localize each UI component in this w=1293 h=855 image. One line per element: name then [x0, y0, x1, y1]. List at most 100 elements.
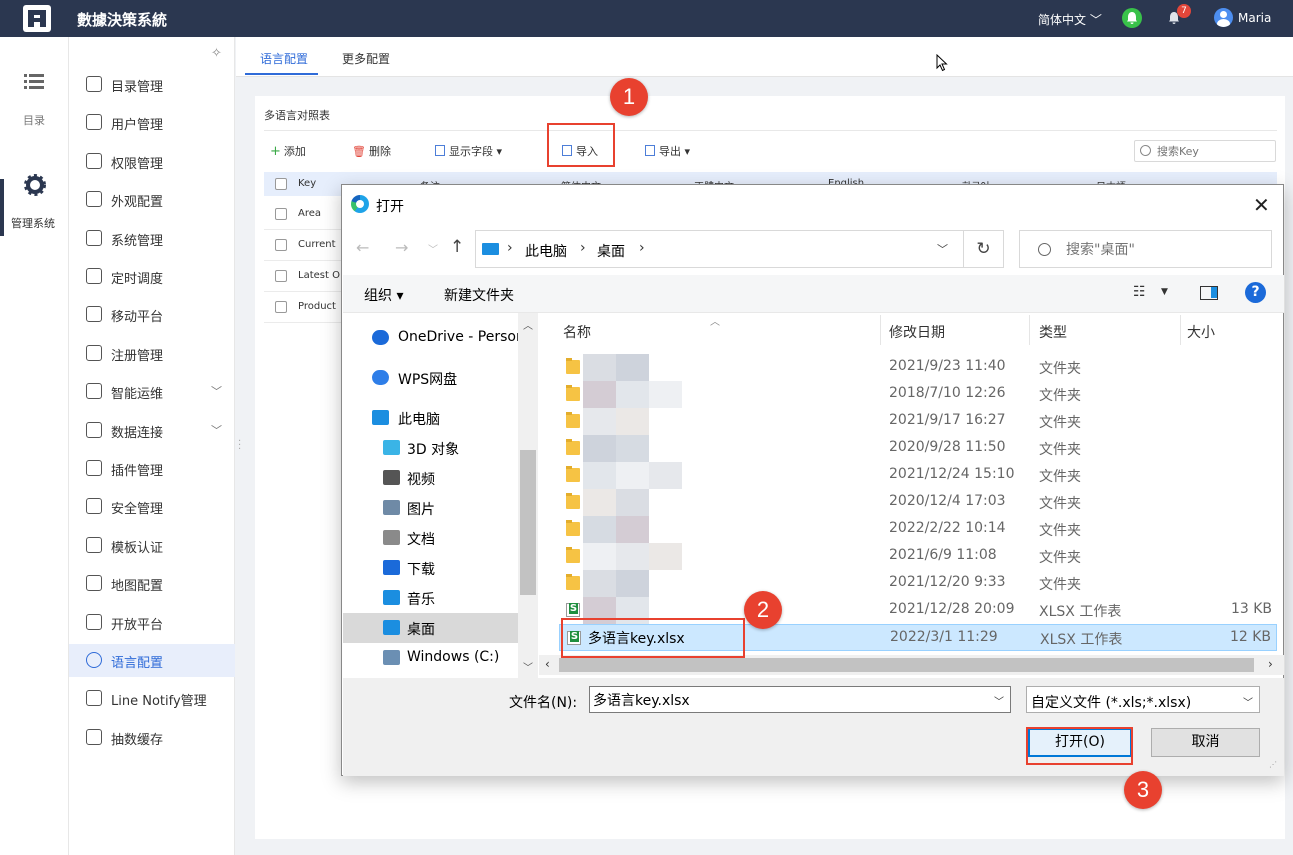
sidebar-item[interactable]: 模板认证: [69, 529, 235, 562]
nav-item[interactable]: WPS网盘: [343, 363, 518, 393]
gear-icon[interactable]: [24, 174, 46, 196]
breadcrumb-chevron-icon[interactable]: ›: [507, 240, 513, 256]
sidebar-item[interactable]: 权限管理: [69, 145, 235, 178]
sidebar-item[interactable]: 数据连接 ﹀: [69, 414, 235, 447]
nav-item[interactable]: 视频: [343, 463, 518, 493]
up-arrow-icon[interactable]: ↑: [450, 237, 464, 257]
file-row[interactable]: 2021/9/23 11:40 文件夹: [559, 354, 1277, 381]
sidebar-item[interactable]: 定时调度: [69, 260, 235, 293]
scroll-thumb[interactable]: [559, 658, 1254, 672]
list-icon[interactable]: [24, 73, 44, 89]
forward-arrow-icon[interactable]: →: [395, 238, 408, 257]
add-button[interactable]: + 添加: [270, 143, 306, 159]
app-logo[interactable]: [23, 5, 51, 32]
select-all-checkbox[interactable]: [275, 178, 287, 190]
filetype-select[interactable]: 自定义文件 (*.xls;*.xlsx) ﹀: [1026, 686, 1260, 713]
file-row[interactable]: 2018/7/10 12:26 文件夹: [559, 381, 1277, 408]
delete-button[interactable]: 🗑 删除: [352, 143, 391, 159]
column-type-header[interactable]: 类型: [1039, 322, 1067, 342]
file-row[interactable]: 2021/12/20 9:33 文件夹: [559, 570, 1277, 597]
nav-item[interactable]: 下载: [343, 553, 518, 583]
nav-scrollbar[interactable]: ︿ ﹀: [518, 313, 538, 678]
export-button[interactable]: 导出 ▾: [645, 143, 690, 159]
row-checkbox[interactable]: [275, 239, 287, 251]
column-modified-header[interactable]: 修改日期: [889, 322, 945, 342]
sidebar-item[interactable]: 用户管理: [69, 106, 235, 139]
tab-language-config[interactable]: 语言配置: [260, 50, 308, 67]
username[interactable]: Maria: [1238, 11, 1271, 25]
sidebar-item[interactable]: 插件管理: [69, 452, 235, 485]
horizontal-scrollbar[interactable]: ‹ ›: [539, 655, 1284, 675]
nav-item[interactable]: 图片: [343, 493, 518, 523]
sidebar-item[interactable]: 地图配置: [69, 567, 235, 600]
search-key-input[interactable]: [1157, 143, 1273, 159]
sidebar-item[interactable]: 开放平台: [69, 606, 235, 639]
sidebar-item[interactable]: 抽数缓存: [69, 721, 235, 754]
show-fields-button[interactable]: 显示字段 ▾: [435, 143, 502, 159]
column-name-header[interactable]: 名称: [563, 322, 591, 342]
breadcrumb-pc[interactable]: 此电脑: [525, 241, 567, 261]
nav-item[interactable]: 此电脑: [343, 403, 518, 433]
sidebar-item[interactable]: Line Notify管理: [69, 682, 235, 715]
column-size-header[interactable]: 大小: [1187, 322, 1215, 342]
breadcrumb-desktop[interactable]: 桌面: [597, 241, 625, 261]
resize-handle-icon[interactable]: · · ·: [238, 437, 241, 455]
sidebar-item[interactable]: 目录管理: [69, 68, 235, 101]
close-icon[interactable]: ✕: [1253, 193, 1270, 217]
row-checkbox[interactable]: [275, 301, 287, 313]
sidebar-item[interactable]: 注册管理: [69, 337, 235, 370]
column-header[interactable]: Key: [298, 178, 316, 189]
preview-pane-icon[interactable]: [1200, 286, 1218, 300]
column-separator[interactable]: [880, 315, 881, 345]
scroll-left-icon[interactable]: ‹: [545, 657, 550, 671]
new-folder-button[interactable]: 新建文件夹: [444, 285, 514, 305]
sidebar-item[interactable]: 语言配置: [69, 644, 235, 677]
nav-item[interactable]: OneDrive - Personal: [343, 323, 537, 353]
caret-down-icon[interactable]: ▼: [1161, 287, 1168, 297]
pin-icon[interactable]: ✧: [211, 46, 222, 61]
dialog-search-input[interactable]: [1066, 240, 1266, 260]
sidebar-item[interactable]: 移动平台: [69, 298, 235, 331]
chevron-down-icon[interactable]: ﹀: [211, 422, 222, 438]
scroll-right-icon[interactable]: ›: [1268, 657, 1273, 671]
refresh-icon[interactable]: ↻: [964, 230, 1004, 268]
recent-locations-chevron-icon[interactable]: ﹀: [428, 241, 438, 256]
sidebar-item[interactable]: 安全管理: [69, 490, 235, 523]
filename-field[interactable]: ﹀: [589, 686, 1011, 713]
filename-input[interactable]: [593, 690, 983, 709]
dialog-search-field[interactable]: [1019, 230, 1272, 268]
chevron-down-icon[interactable]: ﹀: [1243, 694, 1253, 709]
view-options-icon[interactable]: ☷: [1133, 284, 1146, 300]
message-bell-icon[interactable]: [1122, 8, 1142, 28]
cancel-button[interactable]: 取消: [1151, 728, 1260, 757]
file-row[interactable]: 2021/6/9 11:08 文件夹: [559, 543, 1277, 570]
scroll-up-icon[interactable]: ︿: [523, 317, 533, 332]
help-icon[interactable]: ?: [1245, 282, 1266, 303]
scroll-down-icon[interactable]: ﹀: [523, 659, 533, 674]
scroll-thumb[interactable]: [520, 450, 536, 595]
file-row[interactable]: 2021/9/17 16:27 文件夹: [559, 408, 1277, 435]
file-row[interactable]: 2020/12/4 17:03 文件夹: [559, 489, 1277, 516]
nav-item[interactable]: 3D 对象: [343, 433, 518, 463]
chevron-down-icon[interactable]: ﹀: [211, 383, 222, 399]
breadcrumb-chevron-icon[interactable]: ›: [639, 240, 645, 256]
nav-item[interactable]: 文档: [343, 523, 518, 553]
nav-item[interactable]: Windows (C:): [343, 643, 518, 673]
breadcrumb-chevron-icon[interactable]: ›: [580, 240, 586, 256]
chevron-down-icon[interactable]: ﹀: [937, 241, 948, 257]
sidebar-item[interactable]: 系统管理: [69, 222, 235, 255]
rail-system-label[interactable]: 管理系统: [11, 215, 55, 231]
file-row[interactable]: 2022/2/22 10:14 文件夹: [559, 516, 1277, 543]
sidebar-item[interactable]: 智能运维 ﹀: [69, 375, 235, 408]
sidebar-item[interactable]: 外观配置: [69, 183, 235, 216]
address-bar[interactable]: › 此电脑 › 桌面 › ﹀: [475, 230, 964, 268]
back-arrow-icon[interactable]: ←: [356, 238, 369, 257]
nav-item[interactable]: 桌面: [343, 613, 518, 643]
chevron-down-icon[interactable]: ﹀: [994, 693, 1004, 708]
column-separator[interactable]: [1029, 315, 1030, 345]
file-row[interactable]: 2021/12/24 15:10 文件夹: [559, 462, 1277, 489]
row-checkbox[interactable]: [275, 270, 287, 282]
row-checkbox[interactable]: [275, 208, 287, 220]
tab-more-config[interactable]: 更多配置: [342, 50, 390, 67]
language-select[interactable]: 简体中文 ﹀: [1038, 11, 1102, 28]
